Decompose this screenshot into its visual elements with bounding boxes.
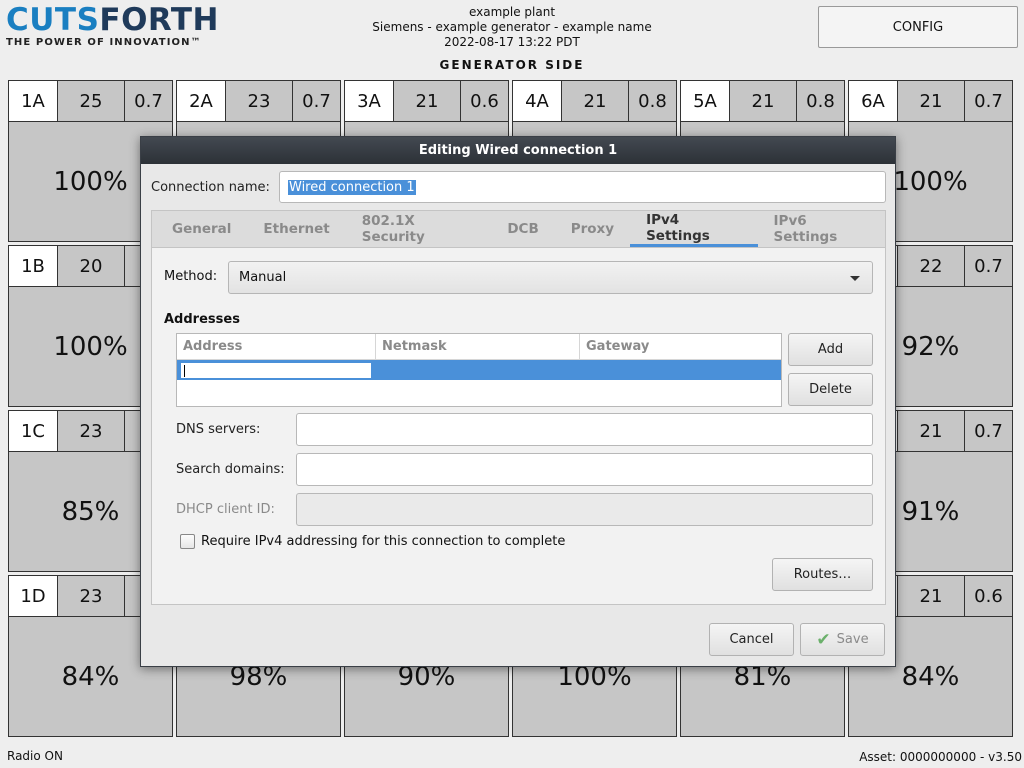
tile-temperature: 23: [226, 81, 293, 121]
logo-text-cuts: CUTS: [6, 2, 100, 38]
add-address-button[interactable]: Add: [788, 333, 873, 366]
tile-wear: 0.8: [806, 90, 835, 112]
tile-wear: 0.7: [974, 420, 1003, 442]
tab-8021x-security[interactable]: 802.1X Security: [346, 211, 492, 247]
cutsforth-logo: CUTSFORTH THE POWER OF INNOVATION™: [6, 2, 220, 50]
plant-name: example plant: [468, 5, 556, 19]
tile-temperature: 21: [898, 576, 965, 616]
require-ipv4-row[interactable]: Require IPv4 addressing for this connect…: [180, 534, 565, 549]
generator-side-title: GENERATOR SIDE: [439, 58, 585, 72]
routes-button[interactable]: Routes…: [772, 558, 873, 591]
dialog-title[interactable]: Editing Wired connection 1: [141, 137, 895, 164]
column-gateway[interactable]: Gateway: [580, 334, 781, 359]
tile-temperature: 20: [58, 246, 125, 286]
tab-ipv4-settings[interactable]: IPv4 Settings: [630, 211, 758, 247]
tile-temperature: 25: [58, 81, 125, 121]
tab-ethernet[interactable]: Ethernet: [247, 211, 345, 247]
tile-wear: 0.7: [302, 90, 331, 112]
tile-temperature: 21: [898, 411, 965, 451]
tile-temperature: 21: [898, 81, 965, 121]
asset-version: Asset: 0000000000 - v3.50: [859, 750, 1022, 764]
tab-proxy[interactable]: Proxy: [555, 211, 630, 247]
tab-dcb[interactable]: DCB: [491, 211, 554, 247]
edit-connection-dialog: Editing Wired connection 1 Connection na…: [140, 136, 896, 667]
addresses-heading: Addresses: [164, 312, 240, 327]
text-caret: [184, 365, 185, 377]
tile-wear: 0.7: [974, 255, 1003, 277]
plant-info: example plant Siemens - example generato…: [340, 5, 684, 50]
save-button[interactable]: ✔ Save: [800, 623, 885, 656]
dhcp-client-id-label: DHCP client ID:: [176, 502, 275, 517]
connection-name-label: Connection name:: [151, 179, 270, 195]
tile-id: 1C: [9, 411, 58, 451]
tile-temperature: 23: [58, 411, 125, 451]
column-netmask[interactable]: Netmask: [376, 334, 580, 359]
tile-id: 1A: [9, 81, 58, 121]
config-button[interactable]: CONFIG: [818, 6, 1018, 48]
logo-text-forth: FORTH: [99, 2, 220, 38]
tile-temperature: 22: [898, 246, 965, 286]
search-domains-input[interactable]: [296, 453, 873, 486]
table-row[interactable]: [177, 360, 781, 380]
tile-id: 1B: [9, 246, 58, 286]
search-domains-label: Search domains:: [176, 462, 285, 477]
tile-id: 6A: [849, 81, 898, 121]
tab-ipv6-settings[interactable]: IPv6 Settings: [758, 211, 885, 247]
dns-servers-label: DNS servers:: [176, 422, 261, 437]
tile-wear: 0.8: [638, 90, 667, 112]
addresses-header: Address Netmask Gateway: [177, 334, 781, 360]
chevron-down-icon: [850, 276, 860, 281]
connection-name-input[interactable]: Wired connection 1: [279, 171, 886, 203]
require-ipv4-label: Require IPv4 addressing for this connect…: [201, 534, 566, 549]
logo-tagline: THE POWER OF INNOVATION™: [6, 37, 202, 48]
tile-temperature: 23: [58, 576, 125, 616]
tile-id: 1D: [9, 576, 58, 616]
delete-address-button[interactable]: Delete: [788, 373, 873, 406]
dhcp-client-id-input: [296, 493, 873, 526]
tab-bar: General Ethernet 802.1X Security DCB Pro…: [152, 211, 885, 248]
tile-id: 4A: [513, 81, 562, 121]
tile-temperature: 21: [562, 81, 629, 121]
tile-id: 3A: [345, 81, 394, 121]
require-ipv4-checkbox[interactable]: [180, 534, 195, 549]
tab-general[interactable]: General: [156, 211, 247, 247]
dns-servers-input[interactable]: [296, 413, 873, 446]
method-dropdown[interactable]: Manual: [228, 261, 873, 294]
date-time: 2022-08-17 13:22 PDT: [444, 35, 580, 49]
radio-status: Radio ON: [7, 749, 63, 763]
addresses-table: Address Netmask Gateway: [176, 333, 782, 407]
tile-id: 5A: [681, 81, 730, 121]
tile-wear: 0.7: [974, 90, 1003, 112]
tile-id: 2A: [177, 81, 226, 121]
generator-name: Siemens - example generator - example na…: [372, 20, 652, 34]
tile-temperature: 21: [394, 81, 461, 121]
tile-wear: 0.6: [974, 585, 1003, 607]
connection-name-row: Connection name: Wired connection 1: [151, 171, 886, 203]
check-icon: ✔: [816, 629, 831, 650]
method-label: Method:: [164, 269, 218, 284]
tile-temperature: 21: [730, 81, 797, 121]
cancel-button[interactable]: Cancel: [709, 623, 794, 656]
tile-wear: 0.6: [470, 90, 499, 112]
address-cell-editor[interactable]: [180, 362, 372, 379]
tile-wear: 0.7: [134, 90, 163, 112]
method-value: Manual: [239, 270, 287, 285]
save-label: Save: [836, 632, 869, 647]
connection-name-value: Wired connection 1: [288, 179, 416, 195]
settings-notebook: General Ethernet 802.1X Security DCB Pro…: [151, 210, 886, 605]
column-address[interactable]: Address: [177, 334, 376, 359]
